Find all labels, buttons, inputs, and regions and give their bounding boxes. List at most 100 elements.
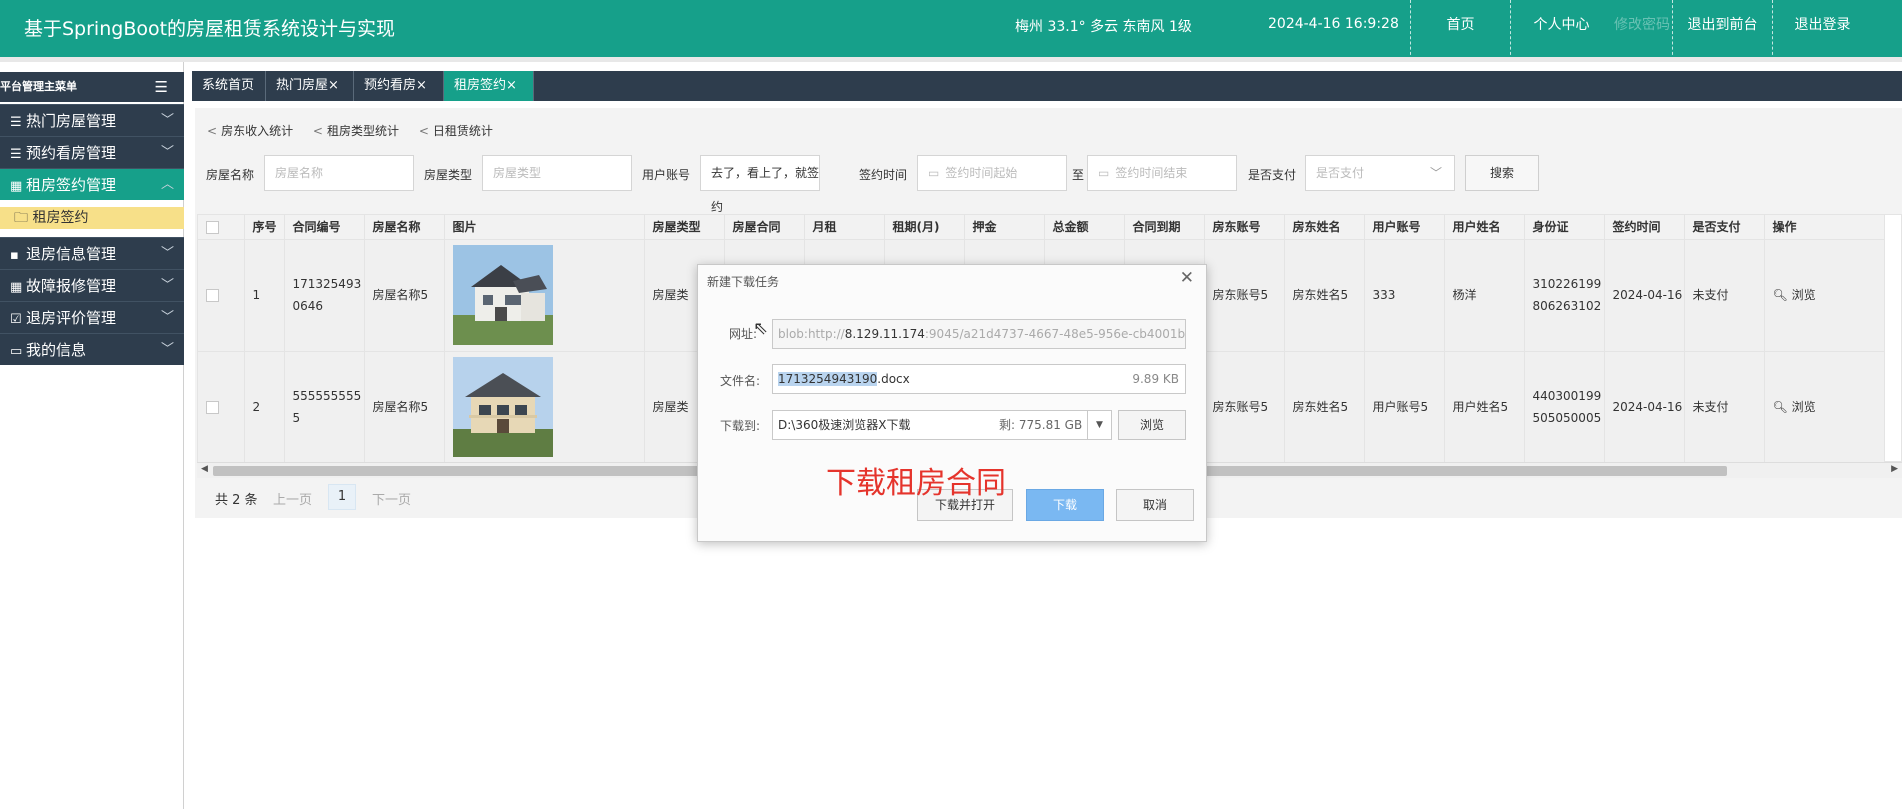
col-deposit: 押金 bbox=[964, 215, 1045, 240]
chevron-down-icon: ﹀ bbox=[160, 342, 174, 357]
calendar-icon: ▭ bbox=[928, 166, 940, 180]
filename-field[interactable]: 1713254943190.docx 9.89 KB bbox=[772, 364, 1186, 394]
sidebar-item-repairs[interactable]: ▦ 故障报修管理 ﹀ bbox=[0, 269, 184, 301]
saveto-field[interactable]: D:\360极速浏览器X下载 剩: 775.81 GB ▼ bbox=[772, 410, 1112, 440]
paid-select[interactable]: 是否支付 ﹀ bbox=[1305, 155, 1455, 191]
col-house-contract: 房屋合同 bbox=[724, 215, 805, 240]
link-owner-income[interactable]: 房东收入统计 bbox=[221, 124, 293, 138]
sidebar-item-checkout[interactable]: ▪ 退房信息管理 ﹀ bbox=[0, 237, 184, 269]
row-checkbox[interactable] bbox=[198, 239, 245, 352]
search-button[interactable]: 搜索 bbox=[1465, 155, 1539, 191]
col-actions: 操作 bbox=[1764, 215, 1885, 240]
datetime-display: 2024-4-16 16:9:28 bbox=[1268, 16, 1399, 32]
saveto-label: 下载到: bbox=[720, 419, 761, 433]
col-monthly-rent: 月租 bbox=[804, 215, 885, 240]
label-sign-time: 签约时间 bbox=[859, 168, 908, 182]
house-type-input[interactable]: 房屋类型 bbox=[482, 155, 632, 191]
select-all-checkbox[interactable] bbox=[198, 215, 245, 240]
col-total: 总金额 bbox=[1044, 215, 1125, 240]
sidebar-item-reviews[interactable]: ☑ 退房评价管理 ﹀ bbox=[0, 301, 184, 333]
col-image: 图片 bbox=[444, 215, 645, 240]
col-index: 序号 bbox=[244, 215, 285, 240]
share-icon: < bbox=[418, 124, 429, 138]
sidebar-subitem-contract[interactable]: 🗀 租房签约 bbox=[0, 207, 184, 229]
cell-owner-account: 房东账号5 bbox=[1204, 239, 1285, 352]
download-button[interactable]: 下载 bbox=[1026, 489, 1104, 521]
house-photo[interactable] bbox=[452, 245, 553, 345]
cell-paid: 未支付 bbox=[1684, 239, 1765, 352]
pager-current-page[interactable]: 1 bbox=[328, 484, 356, 510]
cell-user-name: 用户姓名5 bbox=[1444, 351, 1525, 464]
sidebar-item-viewing[interactable]: ☰ 预约看房管理 ﹀ bbox=[0, 136, 184, 168]
col-expiry: 合同到期 bbox=[1124, 215, 1205, 240]
mouse-cursor-icon: ⇖ bbox=[753, 318, 769, 339]
free-space: 剩: 775.81 GB bbox=[999, 418, 1083, 432]
nav-change-password[interactable]: 修改密码 bbox=[1612, 0, 1672, 60]
cell-index: 1 bbox=[244, 239, 285, 352]
link-type-stats[interactable]: 租房类型统计 bbox=[327, 124, 399, 138]
tab-viewing[interactable]: 预约看房× bbox=[354, 71, 444, 101]
chevron-up-icon: ︿ bbox=[160, 177, 174, 192]
app-title: 基于SpringBoot的房屋租赁系统设计与实现 bbox=[24, 18, 396, 40]
list-icon: ☰ bbox=[10, 147, 22, 162]
folder-icon: 🗀 bbox=[14, 210, 28, 226]
col-owner-name: 房东姓名 bbox=[1284, 215, 1365, 240]
house-name-input[interactable]: 房屋名称 bbox=[264, 155, 414, 191]
url-field[interactable]: blob:http://8.129.11.174:9045/a21d4737-4… bbox=[772, 319, 1186, 349]
cell-owner-account: 房东账号5 bbox=[1204, 351, 1285, 464]
cell-paid: 未支付 bbox=[1684, 351, 1765, 464]
menu-toggle-icon[interactable]: ☰ bbox=[155, 72, 168, 102]
user-account-input[interactable]: 去了，看上了，就签约 bbox=[700, 155, 820, 214]
nav-back-to-front[interactable]: 退出到前台 bbox=[1672, 0, 1772, 60]
cell-sign-date: 2024-04-16 bbox=[1604, 351, 1685, 464]
scroll-right-icon[interactable]: ▶ bbox=[1891, 464, 1898, 474]
cell-owner-name: 房东姓名5 bbox=[1284, 351, 1365, 464]
nav-logout[interactable]: 退出登录 bbox=[1772, 0, 1872, 60]
share-icon: < bbox=[312, 124, 323, 138]
sidebar-heading: 平台管理主菜单 ☰ bbox=[0, 72, 184, 102]
file-size: 9.89 KB bbox=[1132, 372, 1179, 386]
sidebar-item-my-info[interactable]: ▭ 我的信息 ﹀ bbox=[0, 333, 184, 365]
col-owner-account: 房东账号 bbox=[1204, 215, 1285, 240]
cell-contract-no: 1713254930646 bbox=[284, 239, 365, 352]
house-photo[interactable] bbox=[452, 357, 553, 457]
cancel-button[interactable]: 取消 bbox=[1116, 489, 1194, 521]
chevron-down-icon: ﹀ bbox=[160, 145, 174, 160]
check-icon: ☑ bbox=[10, 312, 22, 327]
view-button[interactable]: 🔍︎ 浏览 bbox=[1773, 288, 1816, 302]
link-daily-stats[interactable]: 日租赁统计 bbox=[433, 124, 493, 138]
table-header-row: 序号 合同编号 房屋名称 图片 房屋类型 房屋合同 月租 租期(月) 押金 总金… bbox=[198, 215, 1885, 240]
filename-label: 文件名: bbox=[720, 374, 761, 388]
sign-time-end-input[interactable]: ▭ 签约时间结束 bbox=[1087, 155, 1237, 191]
label-house-type: 房屋类型 bbox=[424, 168, 473, 182]
sign-time-start-input[interactable]: ▭ 签约时间起始 bbox=[917, 155, 1067, 191]
close-icon[interactable]: ✕ bbox=[1180, 268, 1194, 288]
tab-home[interactable]: 系统首页 bbox=[192, 71, 266, 101]
view-button[interactable]: 🔍︎ 浏览 bbox=[1773, 400, 1816, 414]
sidebar-item-contract[interactable]: ▦ 租房签约管理 ︿ bbox=[0, 168, 184, 200]
row-checkbox[interactable] bbox=[198, 351, 245, 464]
annotation-caption: 下载租房合同 bbox=[826, 466, 1006, 501]
list-icon: ☰ bbox=[10, 115, 22, 130]
card-icon: ▭ bbox=[10, 344, 23, 359]
nav-profile[interactable]: 个人中心 bbox=[1510, 0, 1612, 60]
cell-image bbox=[444, 351, 645, 464]
sidebar-item-hot-houses[interactable]: ☰ 热门房屋管理 ﹀ bbox=[0, 104, 184, 136]
tab-contract[interactable]: 租房签约× bbox=[444, 71, 534, 101]
col-paid: 是否支付 bbox=[1684, 215, 1765, 240]
dropdown-arrow-icon[interactable]: ▼ bbox=[1087, 411, 1111, 439]
top-header: 基于SpringBoot的房屋租赁系统设计与实现 梅州 33.1° 多云 东南风… bbox=[0, 0, 1902, 60]
pager-next[interactable]: 下一页 bbox=[372, 489, 411, 508]
label-paid: 是否支付 bbox=[1248, 168, 1297, 182]
tab-hot-houses[interactable]: 热门房屋× bbox=[266, 71, 354, 101]
scroll-left-icon[interactable]: ◀ bbox=[201, 464, 208, 474]
chevron-down-icon: ﹀ bbox=[1429, 166, 1442, 180]
cell-user-account: 用户账号5 bbox=[1364, 351, 1445, 464]
col-house-name: 房屋名称 bbox=[364, 215, 445, 240]
cell-index: 2 bbox=[244, 351, 285, 464]
pager-prev[interactable]: 上一页 bbox=[273, 489, 312, 508]
nav-home[interactable]: 首页 bbox=[1410, 0, 1510, 60]
cell-actions: 🔍︎ 浏览 bbox=[1764, 351, 1885, 464]
browse-button[interactable]: 浏览 bbox=[1118, 410, 1186, 440]
col-house-type: 房屋类型 bbox=[644, 215, 725, 240]
